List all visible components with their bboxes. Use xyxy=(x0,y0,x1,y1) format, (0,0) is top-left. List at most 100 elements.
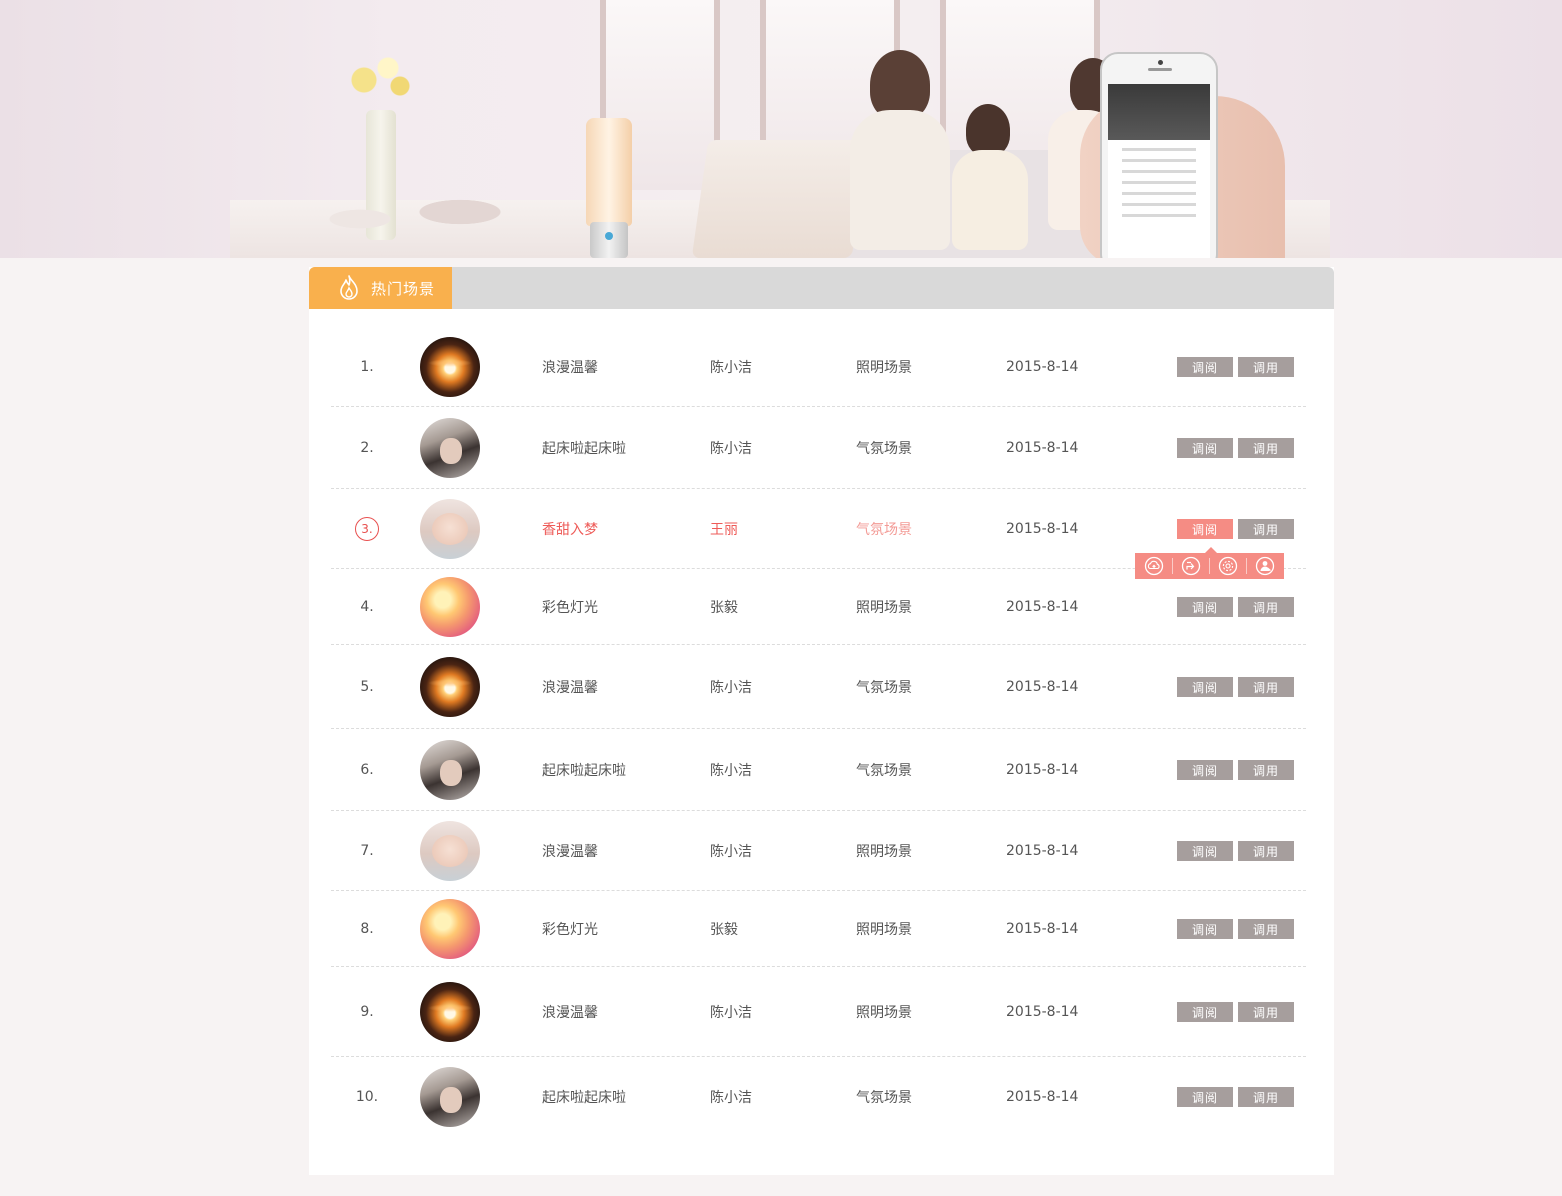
row-rank: 8. xyxy=(345,891,389,967)
view-button[interactable]: 调阅 xyxy=(1177,1002,1233,1022)
table-row[interactable]: 4. 彩色灯光 张毅 照明场景 2015-8-14 调阅 调用 xyxy=(331,569,1306,645)
toolbar-divider xyxy=(1208,558,1210,574)
table-row[interactable]: 8. 彩色灯光 张毅 照明场景 2015-8-14 调阅 调用 xyxy=(331,891,1306,967)
scene-name[interactable]: 起床啦起床啦 xyxy=(542,1057,682,1137)
apply-button[interactable]: 调用 xyxy=(1238,919,1294,939)
user-icon[interactable] xyxy=(1254,555,1276,577)
scene-type: 气氛场景 xyxy=(856,441,912,457)
row-rank: 2. xyxy=(345,407,389,489)
rank-number: 3. xyxy=(355,517,379,541)
table-row[interactable]: 10. 起床啦起床啦 陈小洁 气氛场景 2015-8-14 调阅 调用 xyxy=(331,1057,1306,1137)
scene-thumbnail-cell xyxy=(420,645,482,729)
scene-name[interactable]: 浪漫温馨 xyxy=(542,645,682,729)
scene-thumbnail[interactable] xyxy=(420,577,480,637)
scene-type: 照明场景 xyxy=(856,600,912,616)
table-row[interactable]: 7. 浪漫温馨 陈小洁 照明场景 2015-8-14 调阅 调用 xyxy=(331,811,1306,891)
rank-number: 4. xyxy=(360,599,374,615)
scene-name[interactable]: 起床啦起床啦 xyxy=(542,729,682,811)
apply-button[interactable]: 调用 xyxy=(1238,357,1294,377)
view-button[interactable]: 调阅 xyxy=(1177,597,1233,617)
view-button[interactable]: 调阅 xyxy=(1177,357,1233,377)
view-button[interactable]: 调阅 xyxy=(1177,919,1233,939)
tab-hot-scenes[interactable]: 热门场景 xyxy=(309,267,452,309)
apply-button[interactable]: 调用 xyxy=(1238,677,1294,697)
view-button[interactable]: 调阅 xyxy=(1177,677,1233,697)
table-row[interactable]: 9. 浪漫温馨 陈小洁 照明场景 2015-8-14 调阅 调用 xyxy=(331,967,1306,1057)
scene-date: 2015-8-14 xyxy=(1006,599,1079,615)
scene-thumbnail[interactable] xyxy=(420,499,480,559)
scene-name[interactable]: 浪漫温馨 xyxy=(542,811,682,891)
table-row[interactable]: 1. 浪漫温馨 陈小洁 照明场景 2015-8-14 调阅 调用 xyxy=(331,327,1306,407)
row-actions: 调阅 调用 xyxy=(1177,891,1307,967)
panel-header: 热门场景 xyxy=(309,267,1334,309)
scene-thumbnail-cell xyxy=(420,811,482,891)
scene-type: 照明场景 xyxy=(856,922,912,938)
scene-date: 2015-8-14 xyxy=(1006,440,1079,456)
rank-number: 8. xyxy=(360,921,374,937)
scene-owner: 陈小洁 xyxy=(710,844,752,860)
smartphone-image xyxy=(1100,52,1218,258)
scene-name[interactable]: 起床啦起床啦 xyxy=(542,407,682,489)
smart-lamp-image xyxy=(586,118,632,258)
rank-number: 10. xyxy=(355,1089,379,1105)
table-row[interactable]: 2. 起床啦起床啦 陈小洁 气氛场景 2015-8-14 调阅 调用 xyxy=(331,407,1306,489)
scene-thumbnail[interactable] xyxy=(420,418,480,478)
scene-owner: 陈小洁 xyxy=(710,1090,752,1106)
scene-thumbnail[interactable] xyxy=(420,899,480,959)
row-actions: 调阅 调用 xyxy=(1177,645,1307,729)
rank-number: 1. xyxy=(360,359,374,375)
scene-name[interactable]: 香甜入梦 xyxy=(542,489,682,569)
scene-thumbnail[interactable] xyxy=(420,657,480,717)
row-rank: 10. xyxy=(345,1057,389,1137)
settings-icon[interactable] xyxy=(1217,555,1239,577)
rank-number: 7. xyxy=(360,843,374,859)
apply-button[interactable]: 调用 xyxy=(1238,438,1294,458)
cloud-upload-icon[interactable] xyxy=(1143,555,1165,577)
scene-thumbnail[interactable] xyxy=(420,1067,480,1127)
scene-name[interactable]: 彩色灯光 xyxy=(542,569,682,645)
banner-flowers xyxy=(340,50,420,110)
view-button[interactable]: 调阅 xyxy=(1177,760,1233,780)
scene-thumbnail[interactable] xyxy=(420,337,480,397)
row-rank: 7. xyxy=(345,811,389,891)
table-row[interactable]: 5. 浪漫温馨 陈小洁 气氛场景 2015-8-14 调阅 调用 xyxy=(331,645,1306,729)
row-rank: 3. xyxy=(345,489,389,569)
scene-type: 照明场景 xyxy=(856,360,912,376)
apply-button[interactable]: 调用 xyxy=(1238,1087,1294,1107)
scene-name[interactable]: 彩色灯光 xyxy=(542,891,682,967)
scene-date: 2015-8-14 xyxy=(1006,921,1079,937)
scene-thumbnail-cell xyxy=(420,729,482,811)
apply-button[interactable]: 调用 xyxy=(1238,519,1294,539)
apply-button[interactable]: 调用 xyxy=(1238,597,1294,617)
scene-date: 2015-8-14 xyxy=(1006,359,1079,375)
scene-thumbnail[interactable] xyxy=(420,982,480,1042)
scene-date: 2015-8-14 xyxy=(1006,1004,1079,1020)
scene-action-toolbar xyxy=(1135,547,1284,579)
scene-owner: 陈小洁 xyxy=(710,441,752,457)
apply-button[interactable]: 调用 xyxy=(1238,1002,1294,1022)
scene-type: 照明场景 xyxy=(856,844,912,860)
scene-name[interactable]: 浪漫温馨 xyxy=(542,967,682,1057)
view-button[interactable]: 调阅 xyxy=(1177,841,1233,861)
row-rank: 6. xyxy=(345,729,389,811)
apply-button[interactable]: 调用 xyxy=(1238,760,1294,780)
rank-number: 5. xyxy=(360,679,374,695)
banner-person-girl-head xyxy=(966,104,1010,156)
scene-name[interactable]: 浪漫温馨 xyxy=(542,327,682,407)
view-button[interactable]: 调阅 xyxy=(1177,1087,1233,1107)
view-button[interactable]: 调阅 xyxy=(1177,438,1233,458)
scene-owner: 张毅 xyxy=(710,922,738,938)
banner-person-girl-body xyxy=(952,150,1028,250)
scene-thumbnail[interactable] xyxy=(420,821,480,881)
view-button[interactable]: 调阅 xyxy=(1177,519,1233,539)
toolbar-divider xyxy=(1171,558,1173,574)
apply-button[interactable]: 调用 xyxy=(1238,841,1294,861)
scene-owner: 陈小洁 xyxy=(710,360,752,376)
scene-date: 2015-8-14 xyxy=(1006,679,1079,695)
row-rank: 4. xyxy=(345,569,389,645)
scene-thumbnail[interactable] xyxy=(420,740,480,800)
scene-date: 2015-8-14 xyxy=(1006,843,1079,859)
share-icon[interactable] xyxy=(1180,555,1202,577)
table-row[interactable]: 6. 起床啦起床啦 陈小洁 气氛场景 2015-8-14 调阅 调用 xyxy=(331,729,1306,811)
row-actions: 调阅 调用 xyxy=(1177,1057,1307,1137)
